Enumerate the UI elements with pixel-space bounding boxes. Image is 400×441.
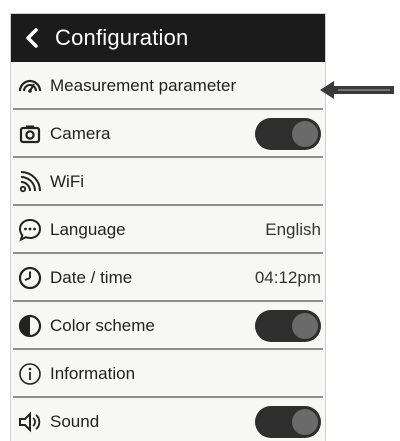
page-title: Configuration: [55, 25, 189, 50]
menu-item-label: Sound: [50, 412, 100, 431]
menu-item-label: Date / time: [50, 268, 133, 287]
left-arrow-icon: [320, 81, 394, 99]
toggle-knob: [292, 121, 318, 147]
menu-item-label: WiFi: [50, 172, 84, 191]
header-bar: Configuration: [11, 14, 325, 62]
menu-item-measurement-parameter[interactable]: Measurement parameter: [11, 62, 325, 110]
chat-icon: [15, 215, 45, 245]
camera-toggle[interactable]: [255, 118, 321, 150]
clock-icon: [15, 263, 45, 293]
menu-item-information[interactable]: Information: [11, 350, 325, 398]
menu-item-sound[interactable]: Sound: [11, 398, 325, 441]
page: Configuration Measurement parameter Came…: [0, 0, 400, 441]
gauge-icon: [15, 71, 45, 101]
menu-item-label: Camera: [50, 124, 111, 143]
camera-icon: [15, 119, 45, 149]
menu-item-date-time[interactable]: Date / time 04:12pm: [11, 254, 325, 302]
menu-item-camera[interactable]: Camera: [11, 110, 325, 158]
language-value: English: [265, 220, 321, 239]
wifi-icon: [15, 167, 45, 197]
toggle-knob: [292, 313, 318, 339]
speaker-icon: [15, 407, 45, 437]
info-icon: [15, 359, 45, 389]
settings-screen: Configuration Measurement parameter Came…: [10, 13, 326, 441]
menu-item-color-scheme[interactable]: Color scheme: [11, 302, 325, 350]
toggle-knob: [292, 409, 318, 435]
menu-item-language[interactable]: Language English: [11, 206, 325, 254]
menu-item-label: Language: [50, 220, 126, 239]
chevron-left-icon: [26, 28, 38, 48]
menu-item-label: Information: [50, 364, 136, 383]
menu-item-label: Color scheme: [50, 316, 155, 335]
back-button[interactable]: [17, 14, 47, 62]
sound-toggle[interactable]: [255, 406, 321, 438]
menu-item-wifi[interactable]: WiFi: [11, 158, 325, 206]
time-value: 04:12pm: [254, 268, 321, 287]
color-scheme-toggle[interactable]: [255, 310, 321, 342]
menu-item-label: Measurement parameter: [50, 76, 237, 95]
contrast-icon: [15, 311, 45, 341]
